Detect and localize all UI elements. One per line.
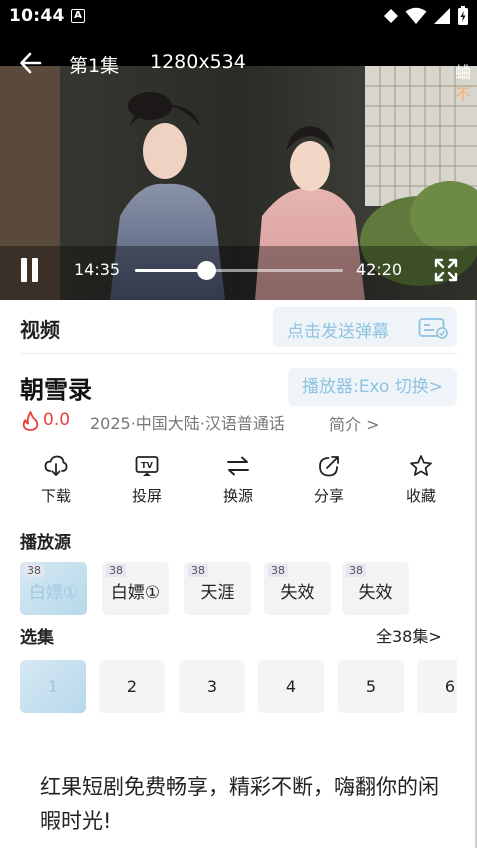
status-icons: [383, 6, 469, 26]
source-name: 失效: [280, 583, 315, 603]
favorite-label: 收藏: [405, 487, 436, 505]
player-top-bar: 第1集 1280x534 蛐 不: [0, 34, 477, 104]
cell-signal-icon: [434, 8, 450, 24]
share-button[interactable]: 分享: [299, 452, 359, 512]
progress-thumb[interactable]: [196, 261, 216, 280]
danmu-text: 不: [455, 85, 472, 104]
episode-button[interactable]: 1: [20, 660, 86, 713]
tv-cast-icon: TV: [135, 456, 159, 476]
video-player[interactable]: 第1集 1280x534 蛐 不 14:35 42:20: [0, 34, 477, 300]
cast-label: 投屏: [131, 487, 162, 505]
wifi-icon: [405, 7, 427, 24]
back-arrow-icon[interactable]: [18, 50, 44, 76]
source-name: 天涯: [200, 583, 235, 603]
cast-button[interactable]: TV 投屏: [117, 452, 177, 512]
danmu-text: 蛐: [455, 63, 472, 82]
source-item[interactable]: 38 天涯: [184, 562, 251, 615]
divider: [20, 353, 457, 354]
player-controls: 14:35 42:20: [0, 250, 477, 290]
favorite-button[interactable]: 收藏: [391, 452, 451, 512]
fire-icon: [22, 411, 39, 431]
download-label: 下载: [40, 487, 71, 505]
signal-diamond-icon: [384, 9, 398, 23]
source-name: 白嫖①: [28, 583, 79, 603]
switch-source-button[interactable]: 换源: [208, 452, 268, 512]
battery-charging-icon: [458, 6, 468, 25]
intro-link[interactable]: 简介 >: [329, 411, 380, 435]
current-time: 14:35: [74, 260, 121, 279]
content-panel: 视频 点击发送弹幕 朝雪录 播放器:Exo 切换> 0.0 2025·中国大陆·…: [0, 300, 477, 848]
source-section-title: 播放源: [20, 533, 71, 553]
rating-score: 0.0: [43, 410, 71, 430]
episode-button[interactable]: 3: [179, 660, 245, 713]
episode-button[interactable]: 4: [258, 660, 324, 713]
player-switch-button[interactable]: 播放器:Exo 切换>: [288, 368, 457, 406]
svg-text:TV: TV: [141, 461, 153, 470]
all-episodes-link[interactable]: 全38集>: [376, 623, 442, 647]
episode-count-badge: 38: [346, 564, 366, 577]
source-name: 失效: [358, 583, 393, 603]
rating-row: 0.0 2025·中国大陆·汉语普通话 简介 >: [22, 408, 462, 434]
pause-icon-bar: [21, 258, 27, 282]
episode-title: 第1集: [69, 55, 120, 77]
pause-icon-bar: [32, 258, 38, 282]
download-button[interactable]: 下载: [26, 452, 86, 512]
progress-bar[interactable]: [135, 261, 343, 280]
duration: 42:20: [356, 260, 403, 279]
danmu-input[interactable]: 点击发送弹幕: [273, 307, 457, 347]
floating-danmu: 蛐 不: [455, 62, 477, 106]
show-title: 朝雪录: [20, 376, 92, 404]
status-bar: 10:44 A: [0, 0, 477, 34]
progress-fill: [135, 269, 206, 272]
episode-button[interactable]: 6: [417, 660, 457, 713]
danmu-settings-icon[interactable]: [418, 317, 448, 339]
episode-count-badge: 38: [24, 564, 44, 577]
episode-list[interactable]: 1 2 3 4 5 6: [20, 660, 457, 714]
episode-button[interactable]: 2: [99, 660, 165, 713]
source-name: 白嫖①: [110, 583, 161, 603]
danmu-placeholder: 点击发送弹幕: [287, 322, 389, 342]
share-icon: [319, 456, 339, 477]
download-icon: [44, 455, 68, 476]
show-meta: 2025·中国大陆·汉语普通话: [90, 414, 285, 433]
switch-source-label: 换源: [222, 487, 253, 505]
source-item[interactable]: 38 白嫖①: [20, 562, 87, 615]
share-label: 分享: [313, 487, 344, 505]
pause-button[interactable]: [20, 258, 40, 282]
episode-button[interactable]: 5: [338, 660, 404, 713]
source-item[interactable]: 38 失效: [342, 562, 409, 615]
promo-text: 红果短剧免费畅享，精彩不断，嗨翻你的闲暇时光!: [40, 775, 439, 833]
star-icon: [410, 455, 432, 476]
source-item[interactable]: 38 白嫖①: [102, 562, 169, 615]
episode-count-badge: 38: [188, 564, 208, 577]
resolution-label: 1280x534: [150, 51, 246, 73]
episode-count-badge: 38: [106, 564, 126, 577]
status-time: 10:44: [9, 6, 65, 26]
source-item[interactable]: 38 失效: [264, 562, 331, 615]
episode-count-badge: 38: [268, 564, 288, 577]
notification-a-icon: A: [71, 9, 85, 23]
video-section-title: 视频: [20, 318, 60, 342]
source-list: 38 白嫖① 38 白嫖① 38 天涯 38 失效 38 失效: [20, 562, 477, 616]
fullscreen-icon[interactable]: [433, 257, 459, 283]
episode-section-title: 选集: [20, 628, 54, 648]
switch-source-icon: [227, 456, 249, 476]
action-bar: 下载 TV 投屏 换源 分享 收藏: [0, 452, 477, 512]
